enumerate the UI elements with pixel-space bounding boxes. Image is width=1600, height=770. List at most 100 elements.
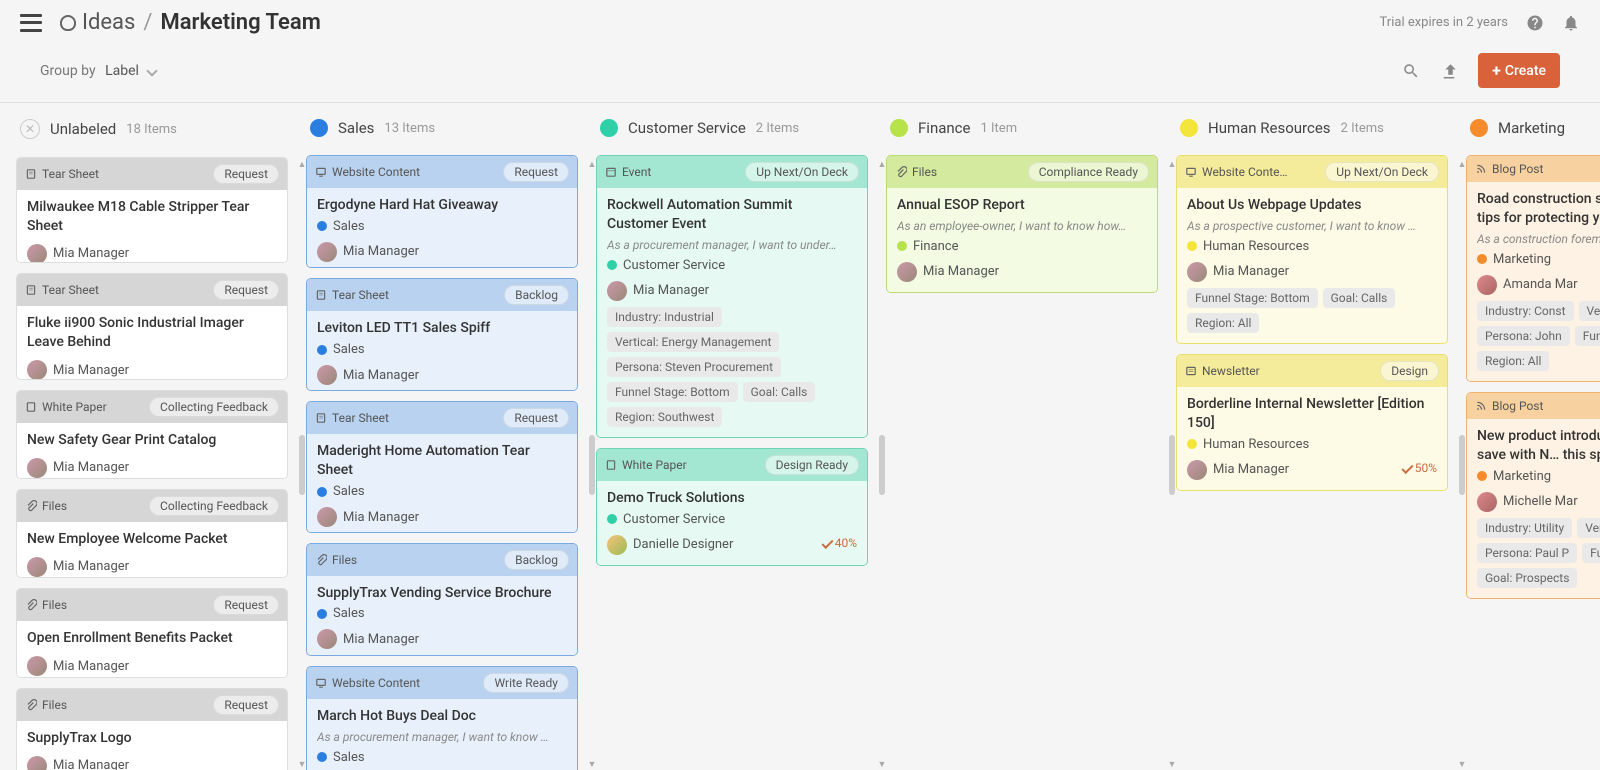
card-assignee: Mia Manager — [27, 244, 129, 264]
card-list: FilesCompliance ReadyAnnual ESOP ReportA… — [886, 155, 1162, 293]
card-label: Finance — [897, 239, 1147, 254]
card[interactable]: Tear SheetBacklogLeviton LED TT1 Sales S… — [306, 278, 578, 391]
card[interactable]: FilesRequestSupplyTrax LogoMia Manager — [16, 688, 288, 770]
column-unlabeled: ✕Unlabeled18 ItemsTear SheetRequestMilwa… — [16, 119, 306, 770]
search-icon[interactable] — [1402, 62, 1420, 80]
unlabeled-icon[interactable]: ✕ — [20, 119, 40, 139]
card-list: Blog Post Road construction season is her… — [1466, 155, 1600, 599]
tag: Persona: Paul P — [1477, 543, 1577, 563]
card[interactable]: EventUp Next/On DeckRockwell Automation … — [596, 155, 868, 438]
tag: Region: All — [1187, 313, 1259, 333]
card[interactable]: FilesCompliance ReadyAnnual ESOP ReportA… — [886, 155, 1158, 293]
card-title: Road construction season is here: 6 tips… — [1477, 190, 1600, 228]
create-button[interactable]: +Create — [1478, 53, 1560, 88]
breadcrumb: Ideas / Marketing Team — [82, 10, 321, 35]
card[interactable]: Website ContentWrite ReadyMarch Hot Buys… — [306, 666, 578, 770]
card[interactable]: Tear SheetRequestMilwaukee M18 Cable Str… — [16, 157, 288, 263]
kanban-board: ✕Unlabeled18 ItemsTear SheetRequestMilwa… — [0, 103, 1600, 770]
card[interactable]: Website ContentRequestErgodyne Hard Hat … — [306, 155, 578, 268]
card-type: Tear Sheet — [25, 167, 99, 181]
card[interactable]: Blog Post Road construction season is her… — [1466, 155, 1600, 382]
card[interactable]: Blog PostNew product introduction: get r… — [1466, 392, 1600, 599]
column-scrollbar[interactable]: ▲▼ — [878, 159, 886, 770]
tag: Vertical: Safety — [1579, 301, 1600, 321]
tag: Region: Southwest — [607, 407, 722, 427]
avatar — [607, 281, 627, 301]
tag: Persona: John — [1477, 326, 1570, 346]
card-title: SupplyTrax Vending Service Brochure — [317, 584, 567, 603]
card[interactable]: Website Conte…Up Next/On DeckAbout Us We… — [1176, 155, 1448, 344]
avatar — [1187, 460, 1207, 480]
card-assignee: Danielle Designer — [607, 535, 733, 555]
avatar — [317, 242, 337, 262]
column-title: Customer Service — [628, 119, 746, 137]
chevron-down-icon — [147, 65, 158, 76]
card[interactable]: Tear SheetRequestFluke ii900 Sonic Indus… — [16, 273, 288, 379]
card[interactable]: FilesBacklogSupplyTrax Vending Service B… — [306, 543, 578, 656]
card-stage: Up Next/On Deck — [1325, 162, 1439, 182]
column-count: 2 Items — [1341, 121, 1384, 136]
card-description: As a prospective customer, I want to kno… — [1187, 219, 1437, 233]
card-label: Marketing — [1477, 252, 1600, 267]
card[interactable]: Tear SheetRequestMaderight Home Automati… — [306, 401, 578, 532]
card[interactable]: NewsletterDesignBorderline Internal News… — [1176, 354, 1448, 491]
card-label: Customer Service — [607, 258, 857, 273]
card-title: New Employee Welcome Packet — [27, 530, 277, 549]
card-label: Sales — [317, 342, 567, 357]
avatar — [317, 365, 337, 385]
card-label: Sales — [317, 219, 567, 234]
column-count: 18 Items — [126, 122, 177, 137]
card[interactable]: White PaperCollecting FeedbackNew Safety… — [16, 390, 288, 479]
column-scrollbar[interactable]: ▲▼ — [1458, 159, 1466, 770]
tag: Industry: Const — [1477, 301, 1574, 321]
card-type: Blog Post — [1475, 162, 1543, 176]
help-icon[interactable] — [1526, 14, 1544, 32]
bell-icon[interactable] — [1562, 14, 1580, 32]
card-stage: Backlog — [504, 550, 569, 570]
breadcrumb-root[interactable]: Ideas — [82, 10, 135, 35]
share-icon[interactable] — [1440, 62, 1458, 80]
avatar — [317, 629, 337, 649]
card-progress: 50% — [1402, 461, 1437, 475]
column-scrollbar[interactable]: ▲▼ — [1168, 159, 1176, 770]
card-type: Newsletter — [1185, 364, 1260, 378]
column-scrollbar[interactable]: ▲▼ — [298, 159, 306, 770]
card-title: Annual ESOP Report — [897, 196, 1147, 215]
menu-icon[interactable] — [20, 14, 42, 32]
card-stage: Design Ready — [765, 455, 859, 475]
group-by-selector[interactable]: Group by Label — [40, 63, 156, 79]
card-title: Rockwell Automation Summit Customer Even… — [607, 196, 857, 234]
card-label: Marketing — [1477, 469, 1600, 484]
card[interactable]: FilesCollecting FeedbackNew Employee Wel… — [16, 489, 288, 578]
column-count: 1 Item — [980, 121, 1017, 136]
tag: Industry: Industrial — [607, 307, 722, 327]
card[interactable]: FilesRequestOpen Enrollment Benefits Pac… — [16, 588, 288, 677]
trial-expiry-text: Trial expires in 2 years — [1380, 15, 1508, 30]
card-stage: Request — [213, 164, 279, 184]
tag: Funnel Stage: Bottom — [1187, 288, 1318, 308]
column-dot — [1470, 119, 1488, 137]
card-label: Human Resources — [1187, 239, 1437, 254]
group-by-value: Label — [105, 63, 139, 79]
column-count: 2 Items — [756, 121, 799, 136]
card-list: Tear SheetRequestMilwaukee M18 Cable Str… — [16, 157, 292, 770]
card-label: Human Resources — [1187, 437, 1437, 452]
column-scrollbar[interactable]: ▲▼ — [588, 159, 596, 770]
card-stage: Write Ready — [483, 673, 569, 693]
card-stage: Compliance Ready — [1028, 162, 1149, 182]
card-stage: Request — [503, 408, 569, 428]
card-assignee: Mia Manager — [27, 756, 129, 770]
card-title: Ergodyne Hard Hat Giveaway — [317, 196, 567, 215]
card-type: Blog Post — [1475, 399, 1543, 413]
card-type: Website Content — [315, 165, 420, 179]
tag: Funnel Stage: M — [1582, 543, 1600, 563]
tag: Region: All — [1477, 351, 1549, 371]
card-list: Website Conte…Up Next/On DeckAbout Us We… — [1176, 155, 1452, 491]
card[interactable]: White PaperDesign ReadyDemo Truck Soluti… — [596, 448, 868, 566]
card-tags: Industry: ConstVertical: Safety Persona: … — [1477, 301, 1600, 371]
card-stage: Request — [213, 280, 279, 300]
card-type: Files — [895, 165, 937, 179]
card-assignee: Mia Manager — [317, 242, 419, 262]
avatar — [27, 244, 47, 264]
card-stage: Request — [213, 695, 279, 715]
